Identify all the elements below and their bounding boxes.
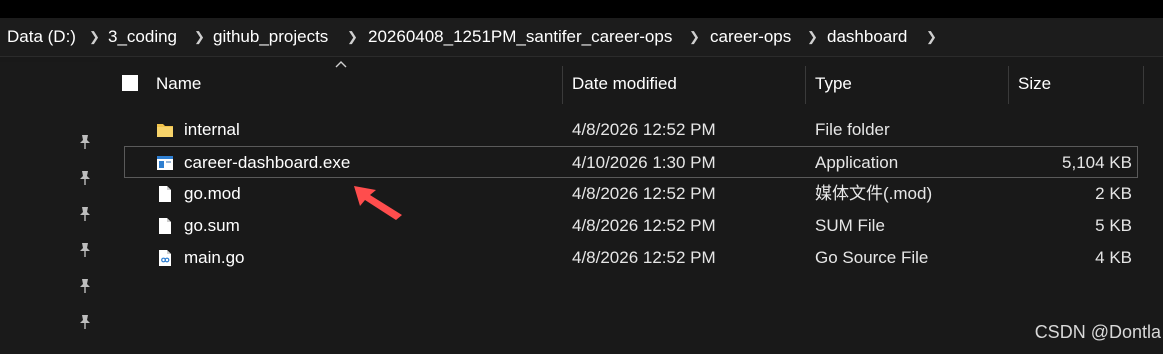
file-type: SUM File bbox=[815, 216, 885, 235]
column-divider[interactable] bbox=[805, 66, 806, 104]
pin-icon[interactable] bbox=[78, 314, 92, 330]
file-row[interactable]: internal 4/8/2026 12:52 PM File folder bbox=[124, 114, 1138, 146]
column-divider[interactable] bbox=[562, 66, 563, 104]
file-size: 4 KB bbox=[1095, 248, 1132, 267]
file-row[interactable]: go.mod 4/8/2026 12:52 PM 媒体文件(.mod) 2 KB bbox=[124, 178, 1138, 210]
watermark: CSDN @Dontla bbox=[1034, 322, 1161, 342]
folder-icon bbox=[157, 124, 173, 137]
file-type: File folder bbox=[815, 120, 890, 139]
file-name: career-dashboard.exe bbox=[184, 153, 351, 172]
file-type: Go Source File bbox=[815, 248, 929, 267]
file-size bbox=[1012, 114, 1132, 146]
file-size: 5,104 KB bbox=[1062, 153, 1132, 172]
annotation-arrow-icon bbox=[354, 186, 402, 220]
pin-icon[interactable] bbox=[78, 206, 92, 222]
select-all-checkbox[interactable] bbox=[122, 75, 138, 91]
pin-icon[interactable] bbox=[78, 170, 92, 186]
pin-icon[interactable] bbox=[78, 134, 92, 150]
breadcrumb-chevron-icon[interactable]: ❯ bbox=[689, 18, 700, 56]
breadcrumb-item-dashboard[interactable]: dashboard bbox=[827, 18, 907, 56]
column-header-size[interactable]: Size bbox=[1018, 62, 1051, 106]
column-header-date-modified[interactable]: Date modified bbox=[572, 62, 677, 106]
file-icon bbox=[159, 218, 171, 234]
breadcrumb-item-drive[interactable]: Data (D:) bbox=[7, 18, 76, 56]
file-date-modified: 4/8/2026 12:52 PM bbox=[572, 120, 716, 139]
pin-icon[interactable] bbox=[78, 242, 92, 258]
breadcrumb-chevron-icon[interactable]: ❯ bbox=[347, 18, 358, 56]
file-icon bbox=[159, 186, 171, 202]
file-date-modified: 4/8/2026 12:52 PM bbox=[572, 184, 716, 203]
go-file-icon bbox=[159, 250, 171, 266]
file-name: main.go bbox=[184, 248, 245, 267]
breadcrumb-item-github-projects[interactable]: github_projects bbox=[213, 18, 328, 56]
file-date-modified: 4/8/2026 12:52 PM bbox=[572, 248, 716, 267]
breadcrumb-chevron-icon[interactable]: ❯ bbox=[926, 18, 937, 56]
pin-icon[interactable] bbox=[78, 278, 92, 294]
file-type: 媒体文件(.mod) bbox=[815, 184, 933, 203]
breadcrumb-item-coding[interactable]: 3_coding bbox=[108, 18, 177, 56]
file-date-modified: 4/10/2026 1:30 PM bbox=[572, 153, 716, 172]
file-name: go.sum bbox=[184, 216, 240, 235]
file-row[interactable]: go.sum 4/8/2026 12:52 PM SUM File 5 KB bbox=[124, 210, 1138, 242]
file-name: internal bbox=[184, 120, 240, 139]
breadcrumb-chevron-icon[interactable]: ❯ bbox=[807, 18, 818, 56]
breadcrumb-chevron-icon[interactable]: ❯ bbox=[194, 18, 205, 56]
breadcrumb-item-career-ops[interactable]: career-ops bbox=[710, 18, 791, 56]
file-name: go.mod bbox=[184, 184, 241, 203]
sort-ascending-icon bbox=[335, 61, 347, 68]
file-row[interactable]: main.go 4/8/2026 12:52 PM Go Source File… bbox=[124, 242, 1138, 274]
file-row-selected[interactable]: career-dashboard.exe 4/10/2026 1:30 PM A… bbox=[124, 146, 1138, 178]
application-icon bbox=[157, 156, 173, 170]
column-header-name[interactable]: Name bbox=[156, 62, 201, 106]
file-size: 5 KB bbox=[1095, 216, 1132, 235]
column-header-type[interactable]: Type bbox=[815, 62, 852, 106]
breadcrumb-item-project[interactable]: 20260408_1251PM_santifer_career-ops bbox=[368, 18, 672, 56]
column-divider[interactable] bbox=[1143, 66, 1144, 104]
column-divider[interactable] bbox=[1008, 66, 1009, 104]
window-top-strip bbox=[0, 0, 1163, 18]
file-size: 2 KB bbox=[1095, 184, 1132, 203]
breadcrumb[interactable]: Data (D:) ❯ 3_coding ❯ github_projects ❯… bbox=[0, 18, 1163, 57]
file-date-modified: 4/8/2026 12:52 PM bbox=[572, 216, 716, 235]
breadcrumb-chevron-icon[interactable]: ❯ bbox=[89, 18, 100, 56]
file-type: Application bbox=[815, 153, 899, 172]
